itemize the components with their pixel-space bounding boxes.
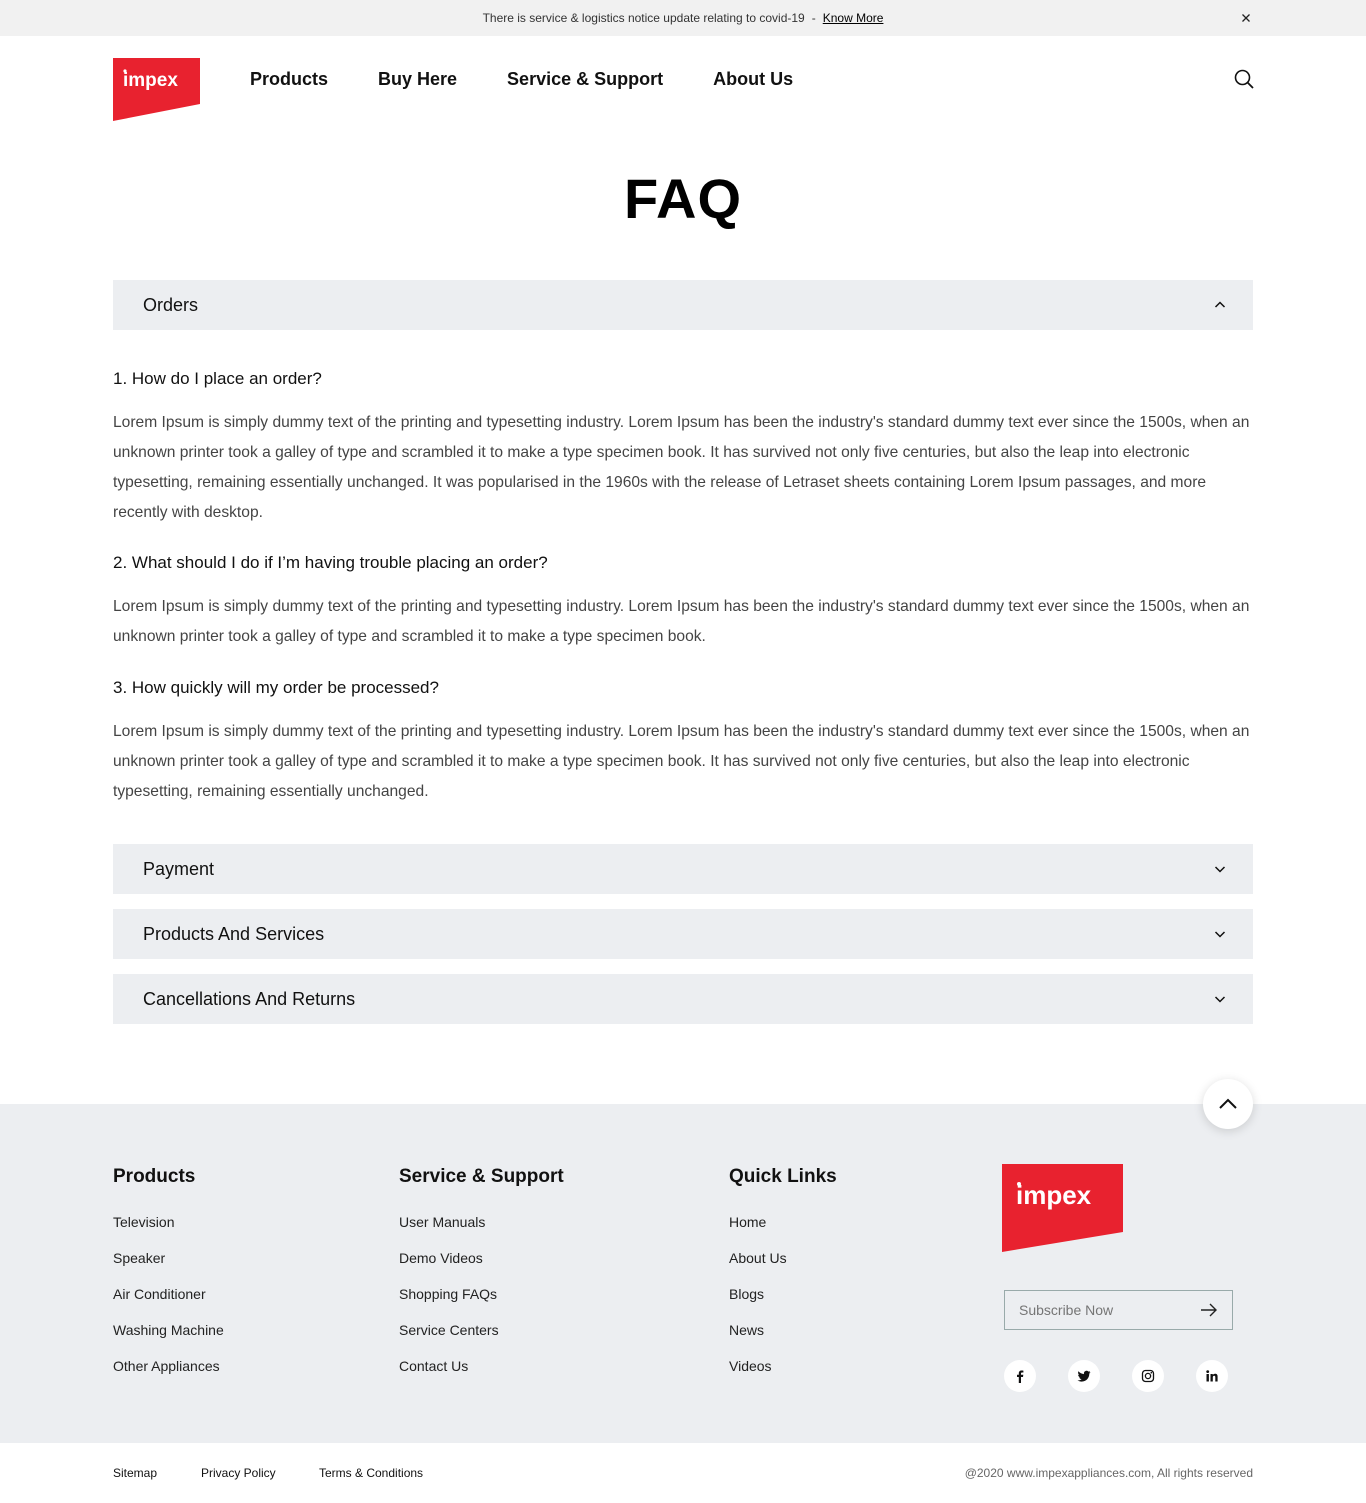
- chevron-down-icon: [1214, 996, 1226, 1003]
- footer-link[interactable]: User Manuals: [399, 1214, 564, 1250]
- notice-bar: There is service & logistics notice upda…: [0, 0, 1366, 36]
- linkedin-icon[interactable]: [1196, 1360, 1228, 1392]
- instagram-icon[interactable]: [1132, 1360, 1164, 1392]
- faq-question: 1. How do I place an order?: [113, 369, 322, 388]
- sitemap-link[interactable]: Sitemap: [113, 1466, 157, 1480]
- accordion-label: Payment: [143, 858, 215, 879]
- accordion-label: Orders: [143, 294, 199, 315]
- privacy-policy-link[interactable]: Privacy Policy: [201, 1466, 276, 1480]
- footer-products-column: Products Television Speaker Air Conditio…: [113, 1162, 224, 1394]
- footer-link[interactable]: Television: [113, 1214, 224, 1250]
- arrow-right-icon[interactable]: [1200, 1302, 1218, 1318]
- notice-text: There is service & logistics notice upda…: [482, 11, 805, 25]
- faq-question: 3. How quickly will my order be processe…: [113, 678, 439, 697]
- nav-service-support[interactable]: Service & Support: [507, 66, 663, 92]
- main-nav: Products Buy Here Service & Support Abou…: [250, 66, 843, 92]
- footer-link[interactable]: Speaker: [113, 1250, 224, 1286]
- logo-text: impex: [1016, 1180, 1092, 1210]
- accordion-label: Cancellations And Returns: [143, 988, 356, 1009]
- subscribe-form: [1004, 1290, 1233, 1330]
- footer-link[interactable]: Videos: [729, 1358, 837, 1394]
- footer-link[interactable]: Other Appliances: [113, 1358, 224, 1394]
- footer-impex-logo[interactable]: impex: [1002, 1164, 1123, 1252]
- faq-answer: Lorem Ipsum is simply dummy text of the …: [113, 598, 1250, 645]
- footer-link[interactable]: Washing Machine: [113, 1322, 224, 1358]
- accordion-orders[interactable]: Orders: [113, 280, 1253, 330]
- accordion-label: Products And Services: [143, 923, 325, 944]
- footer-quick-links-column: Quick Links Home About Us Blogs News Vid…: [729, 1162, 837, 1394]
- nav-products[interactable]: Products: [250, 66, 328, 92]
- accordion-cancellations-returns[interactable]: Cancellations And Returns: [113, 974, 1253, 1024]
- footer-link[interactable]: Service Centers: [399, 1322, 564, 1358]
- know-more-link[interactable]: Know More: [823, 11, 884, 25]
- logo-text: impex: [123, 70, 178, 91]
- search-icon[interactable]: [1233, 68, 1255, 90]
- footer-link[interactable]: Shopping FAQs: [399, 1286, 564, 1322]
- footer-link[interactable]: Contact Us: [399, 1358, 564, 1394]
- page-title: FAQ: [623, 167, 743, 230]
- notice-separator: -: [811, 11, 816, 25]
- impex-logo[interactable]: impex: [113, 58, 200, 121]
- accordion-products-services[interactable]: Products And Services: [113, 909, 1253, 959]
- footer-link[interactable]: Home: [729, 1214, 837, 1250]
- footer-link[interactable]: Blogs: [729, 1286, 837, 1322]
- footer-link[interactable]: About Us: [729, 1250, 837, 1286]
- subscribe-input[interactable]: [1019, 1302, 1189, 1318]
- faq-answer: Lorem Ipsum is simply dummy text of the …: [113, 414, 1250, 521]
- footer-link[interactable]: News: [729, 1322, 837, 1358]
- footer-column-title: Service & Support: [399, 1166, 564, 1187]
- terms-conditions-link[interactable]: Terms & Conditions: [319, 1466, 423, 1480]
- chevron-up-icon: [1219, 1098, 1237, 1109]
- facebook-icon[interactable]: [1004, 1360, 1036, 1392]
- faq-answer: Lorem Ipsum is simply dummy text of the …: [113, 723, 1250, 800]
- twitter-icon[interactable]: [1068, 1360, 1100, 1392]
- close-icon[interactable]: [1238, 10, 1254, 26]
- copyright-text: @2020 www.impexappliances.com, All right…: [964, 1466, 1253, 1480]
- nav-buy-here[interactable]: Buy Here: [378, 66, 457, 92]
- footer-column-title: Quick Links: [729, 1166, 837, 1187]
- chevron-down-icon: [1214, 931, 1226, 938]
- footer-support-column: Service & Support User Manuals Demo Vide…: [399, 1162, 564, 1394]
- faq-question: 2. What should I do if I’m having troubl…: [113, 553, 548, 572]
- chevron-up-icon: [1214, 301, 1226, 308]
- back-to-top-button[interactable]: [1203, 1079, 1253, 1129]
- chevron-down-icon: [1214, 866, 1226, 873]
- footer-link[interactable]: Demo Videos: [399, 1250, 564, 1286]
- nav-about-us[interactable]: About Us: [713, 66, 793, 92]
- accordion-payment[interactable]: Payment: [113, 844, 1253, 894]
- footer-link[interactable]: Air Conditioner: [113, 1286, 224, 1322]
- footer-column-title: Products: [113, 1166, 196, 1187]
